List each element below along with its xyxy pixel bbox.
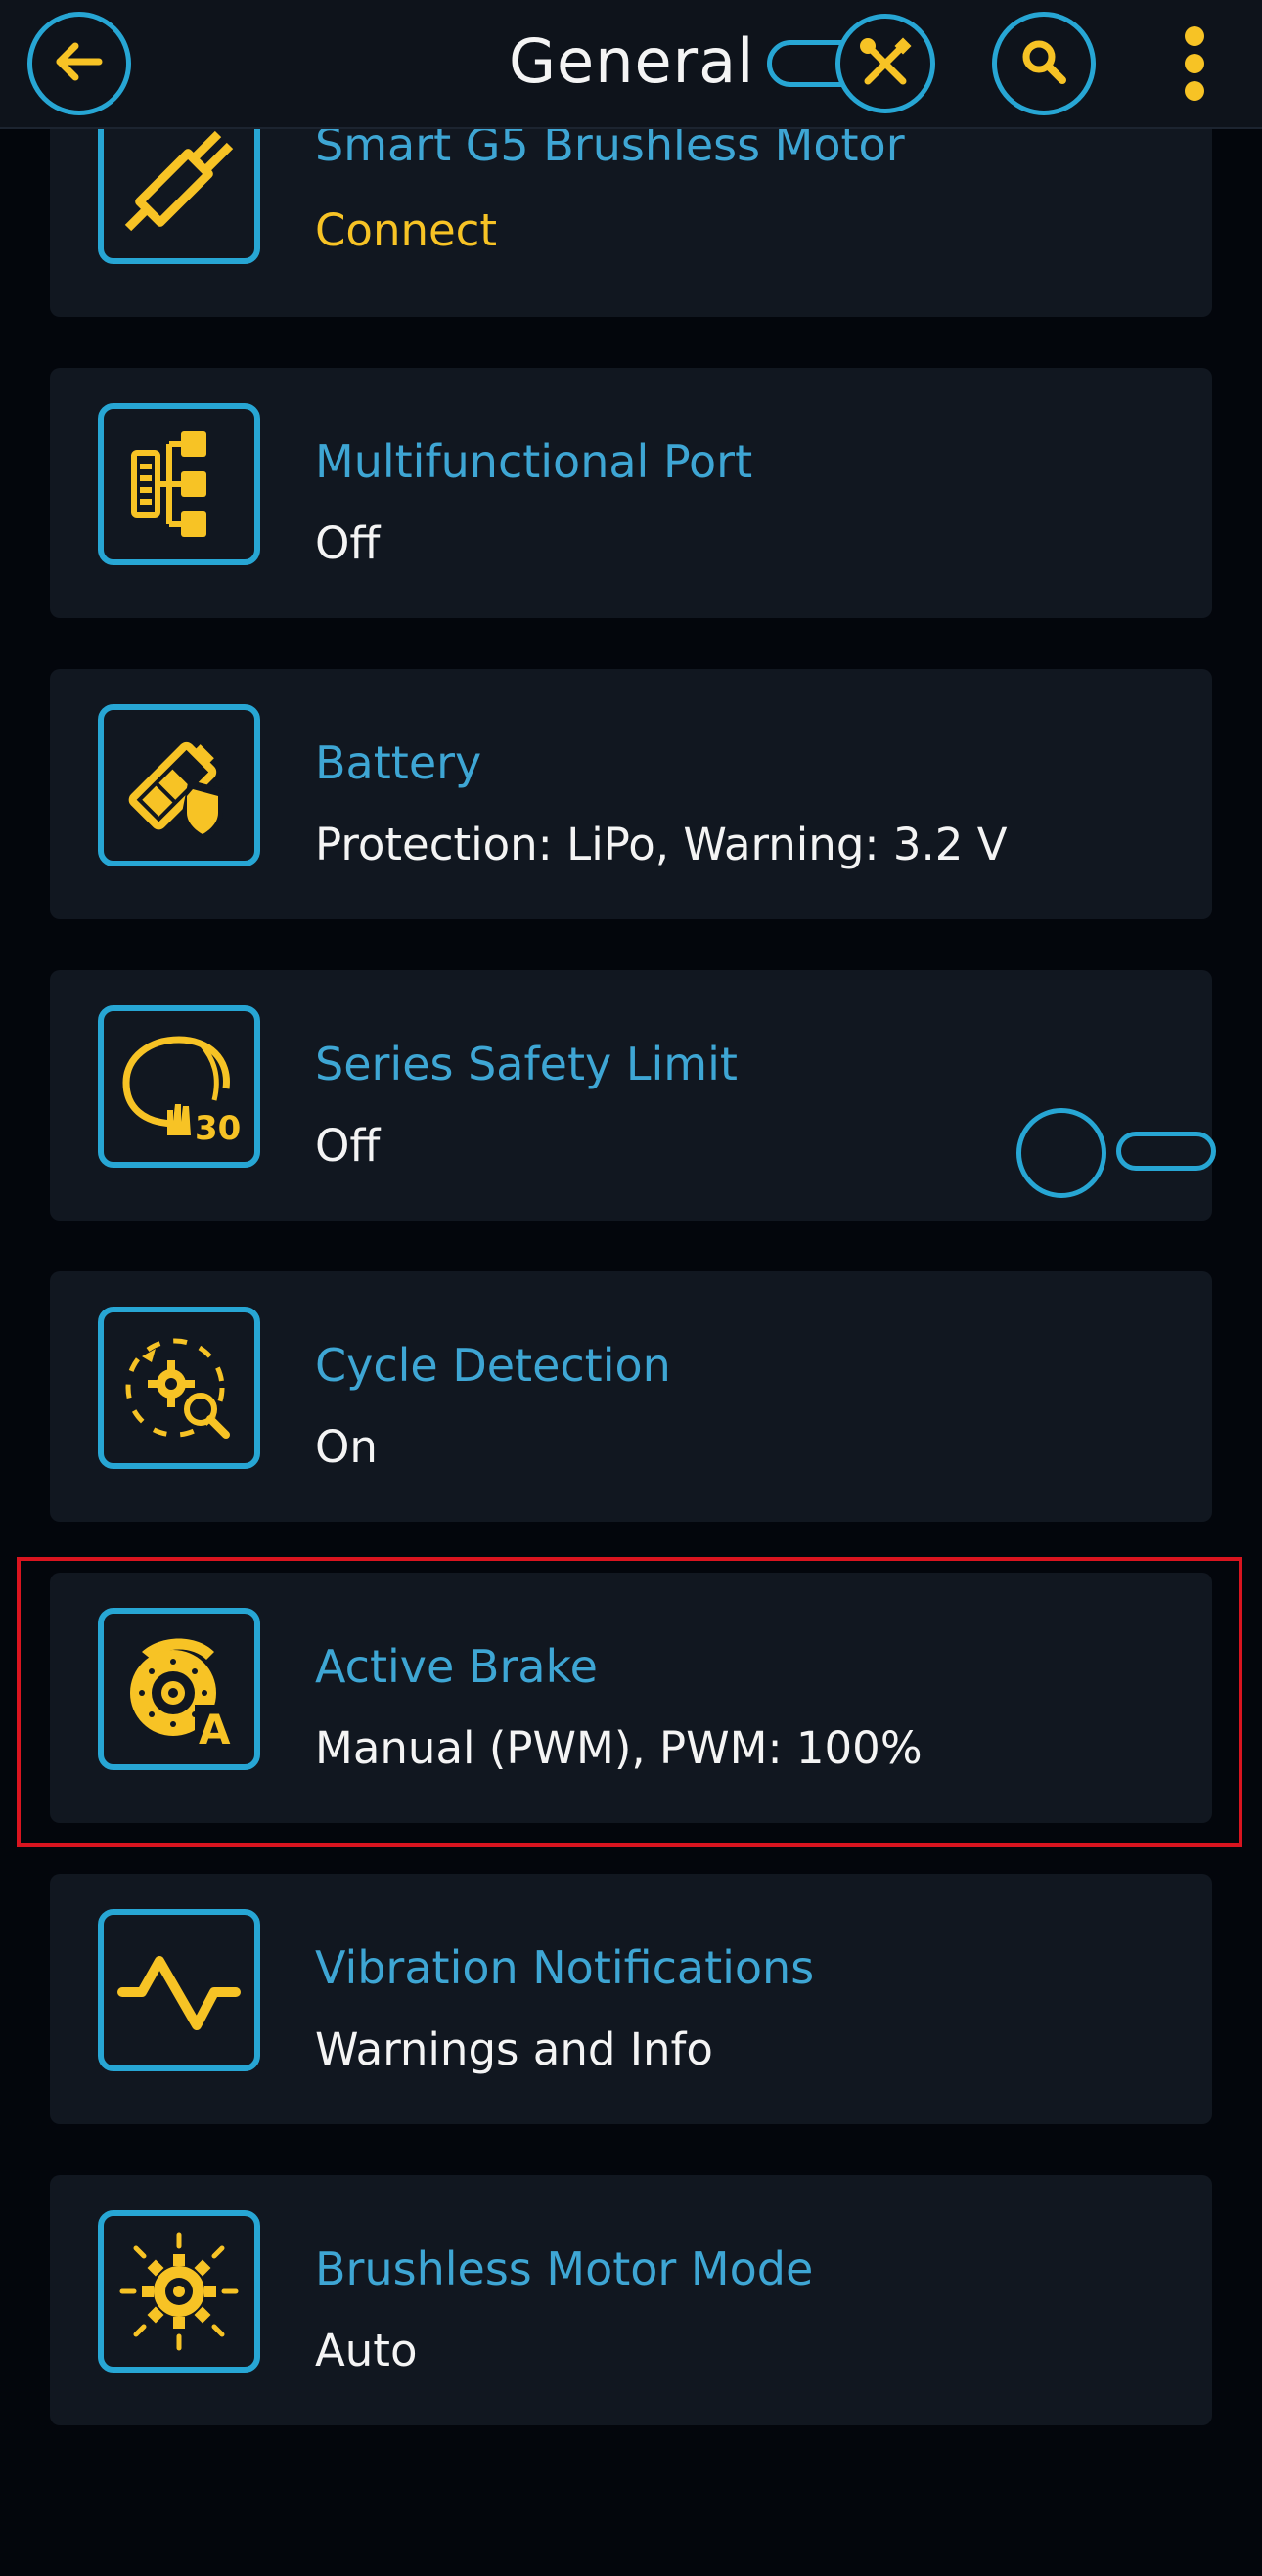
switch-track — [1116, 1132, 1216, 1171]
setting-card-series-safety-limit[interactable]: 30 Series Safety Limit Off — [50, 970, 1216, 1221]
setting-value: Warnings and Info — [315, 2023, 713, 2075]
setting-value: Off — [315, 517, 381, 569]
switch-knob — [1016, 1108, 1106, 1198]
arrow-left-icon — [50, 32, 109, 95]
setting-value: Off — [315, 1120, 381, 1172]
search-button[interactable] — [992, 12, 1096, 115]
setting-title: Vibration Notifications — [315, 1941, 815, 1994]
port-tree-icon — [98, 403, 260, 565]
setting-card-multifunctional-port[interactable]: Multifunctional Port Off — [50, 368, 1212, 618]
setting-title: Series Safety Limit — [315, 1038, 738, 1090]
cycle-gear-icon — [98, 1307, 260, 1469]
setting-value: Auto — [315, 2325, 418, 2376]
back-button[interactable] — [27, 12, 131, 115]
setting-value: Protection: LiPo, Warning: 3.2 V — [315, 819, 1008, 870]
setting-card-vibration-notifications[interactable]: Vibration Notifications Warnings and Inf… — [50, 1874, 1212, 2124]
gear-mode-icon — [98, 2210, 260, 2373]
highlight-box — [17, 1557, 1242, 1847]
page-title: General — [509, 25, 755, 97]
app-bar: General — [0, 0, 1262, 129]
search-icon — [1017, 35, 1070, 92]
setting-card-brushless-motor-mode[interactable]: Brushless Motor Mode Auto — [50, 2175, 1212, 2425]
connect-link[interactable]: Connect — [315, 203, 497, 258]
setting-title: Battery — [315, 736, 482, 789]
wrench-screwdriver-icon — [835, 14, 935, 113]
setting-card-cycle-detection[interactable]: Cycle Detection On — [50, 1271, 1212, 1522]
more-vertical-icon[interactable] — [1169, 24, 1220, 103]
setting-card-battery[interactable]: Battery Protection: LiPo, Warning: 3.2 V — [50, 669, 1212, 919]
safety-limit-icon: 30 — [98, 1005, 260, 1168]
setting-title: Brushless Motor Mode — [315, 2243, 814, 2295]
setting-title: Multifunctional Port — [315, 435, 753, 488]
battery-shield-icon — [98, 704, 260, 866]
svg-text:30: 30 — [195, 1109, 241, 1148]
setting-title: Cycle Detection — [315, 1339, 671, 1392]
vibration-wave-icon — [98, 1909, 260, 2071]
setting-value: On — [315, 1421, 378, 1473]
